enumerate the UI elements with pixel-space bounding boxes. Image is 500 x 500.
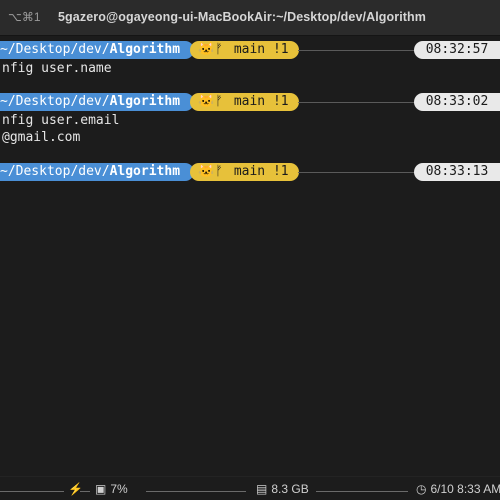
prompt-rule (298, 102, 416, 103)
prompt-block: ~/Desktop/dev/Algorithm 🐱ᚠ main !1 08:33… (0, 92, 500, 146)
path-dir: Algorithm (109, 164, 181, 179)
git-segment: 🐱ᚠ main !1 (190, 93, 299, 111)
prompt-line: ~/Desktop/dev/Algorithm 🐱ᚠ main !1 08:32… (0, 40, 500, 60)
path-dir: Algorithm (109, 42, 181, 57)
git-segment: 🐱ᚠ main !1 (190, 163, 299, 181)
git-branch: main !1 (233, 164, 289, 179)
datetime-value: 6/10 8:33 AM (430, 482, 500, 496)
path-segment: ~/Desktop/dev/Algorithm (0, 163, 195, 181)
status-rule (316, 491, 408, 492)
path-prefix: ~/Desktop/dev/ (0, 94, 110, 109)
path-prefix: ~/Desktop/dev/ (0, 164, 110, 179)
path-prefix: ~/Desktop/dev/ (0, 42, 110, 57)
cpu-value: 7% (110, 482, 128, 496)
time-segment: 08:32:57 (414, 41, 500, 59)
branch-icon: ᚠ (215, 42, 223, 57)
path-segment: ~/Desktop/dev/Algorithm (0, 41, 195, 59)
clock-icon: ◷ (416, 482, 427, 496)
status-rule (80, 491, 90, 492)
branch-icon: ᚠ (215, 164, 223, 179)
window-title: 5gazero@ogayeong-ui-MacBookAir:~/Desktop… (58, 10, 426, 24)
github-icon: 🐱 (198, 42, 215, 57)
branch-icon: ᚠ (215, 94, 223, 109)
git-segment: 🐱ᚠ main !1 (190, 41, 299, 59)
datetime-status: ◷ 6/10 8:33 AM (416, 482, 500, 496)
status-bar: ⚡ ▣ 7% ▤ 8.3 GB ◷ 6/10 8:33 AM (0, 476, 500, 500)
memory-value: 8.3 GB (271, 482, 309, 496)
github-icon: 🐱 (198, 164, 215, 179)
cpu-status: ▣ 7% (95, 482, 128, 496)
time-segment: 08:33:02 (414, 93, 500, 111)
prompt-rule (298, 50, 416, 51)
git-branch: main !1 (233, 94, 289, 109)
output-line: @gmail.com (2, 130, 81, 145)
status-rule (0, 491, 64, 492)
git-branch: main !1 (233, 42, 289, 57)
window-shortcut: ⌥⌘1 (8, 10, 41, 24)
terminal-area[interactable]: ~/Desktop/dev/Algorithm 🐱ᚠ main !1 08:32… (0, 36, 500, 476)
title-bar: ⌥⌘1 5gazero@ogayeong-ui-MacBookAir:~/Des… (0, 0, 500, 36)
prompt-rule (298, 172, 416, 173)
prompt-block: ~/Desktop/dev/Algorithm 🐱ᚠ main !1 08:33… (0, 162, 500, 182)
github-icon: 🐱 (198, 94, 215, 109)
output-line: nfig user.email (2, 113, 120, 128)
path-dir: Algorithm (109, 94, 181, 109)
path-segment: ~/Desktop/dev/Algorithm (0, 93, 195, 111)
output-line: nfig user.name (2, 61, 112, 76)
prompt-block: ~/Desktop/dev/Algorithm 🐱ᚠ main !1 08:32… (0, 40, 500, 77)
prompt-line: ~/Desktop/dev/Algorithm 🐱ᚠ main !1 08:33… (0, 92, 500, 112)
status-rule (146, 491, 246, 492)
bolt-icon: ⚡ (68, 482, 83, 496)
prompt-line: ~/Desktop/dev/Algorithm 🐱ᚠ main !1 08:33… (0, 162, 500, 182)
time-segment: 08:33:13 (414, 163, 500, 181)
memory-icon: ▤ (256, 482, 268, 496)
cpu-icon: ▣ (95, 482, 107, 496)
memory-status: ▤ 8.3 GB (256, 482, 309, 496)
